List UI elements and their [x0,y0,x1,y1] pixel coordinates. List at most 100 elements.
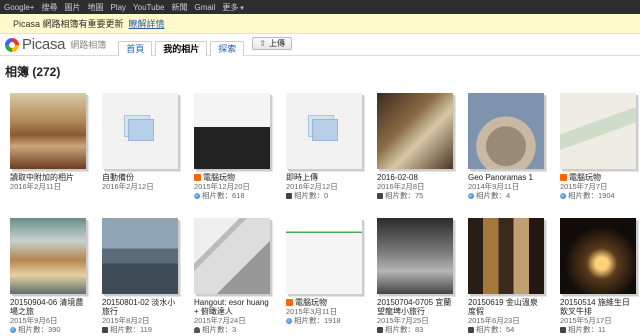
album-title[interactable]: 自動備份 [102,173,178,182]
album-thumbnail[interactable] [102,93,178,169]
album-date: 2016年2月12日 [102,182,154,191]
album-title[interactable]: 2016-02-08 [377,173,453,182]
album-count-text: 相片數：75 [385,191,424,200]
album-count-text: 相片數：1918 [294,316,341,325]
album-title-text: 讀取中附加的相片 [10,173,74,182]
album-count-text: 相片數：1904 [568,191,615,200]
album-date: 2016年2月11日 [10,182,62,191]
people-icon [194,326,200,333]
album-date: 2015年9月6日 [10,316,58,325]
album-thumbnail[interactable] [194,218,270,294]
album-count: 相片數：3 [194,325,270,334]
album-date: 2015年12月20日 [194,182,250,191]
album-item[interactable]: 2016-02-08 2016年2月8日 相片數：75 [377,93,453,200]
album-item[interactable]: Geo Panoramas 1 2014年9月11日 相片數：4 [468,93,544,200]
album-count-text: 相片數：119 [110,325,152,334]
rss-icon[interactable] [194,174,201,181]
album-thumbnail[interactable] [194,93,270,169]
album-thumbnail[interactable] [10,93,86,169]
album-thumbnail[interactable] [468,93,544,169]
album-item[interactable]: 即時上傳 2016年2月12日 相片數：0 [286,93,362,200]
album-count-text: 相片數：11 [568,325,606,334]
album-item[interactable]: 20150904-06 清境農場之旅 2015年9月6日 相片數：390 [10,218,86,334]
lock-icon [102,326,108,333]
album-date: 2015年7月25日 [377,316,429,325]
album-thumbnail[interactable] [10,218,86,294]
album-item[interactable]: 電腦玩物 2015年7月7日 相片數：1904 [560,93,636,200]
album-title-text: 20150514 施維生日飲叉牛排 [560,298,630,316]
album-item[interactable]: 電腦玩物 2015年12月20日 相片數：618 [194,93,270,200]
album-count: 相片數：83 [377,325,453,334]
album-title[interactable]: 電腦玩物 [194,173,270,182]
album-title-text: 電腦玩物 [569,173,601,182]
album-thumbnail[interactable] [286,93,362,169]
lock-icon [468,326,474,333]
album-title[interactable]: 即時上傳 [286,173,362,182]
album-count-text: 相片數：390 [18,325,61,334]
album-title-text: 20150801-02 淡水小旅行 [102,298,176,316]
album-date: 2015年8月2日 [102,316,150,325]
album-item[interactable]: 20150801-02 淡水小旅行 2015年8月2日 相片數：119 [102,218,178,334]
album-date: 2016年2月8日 [377,182,425,191]
album-title[interactable]: Hangout: esor huang + 俯瞰達人 [194,298,270,316]
album-thumbnail[interactable] [560,218,636,294]
album-count-text: 相片數：4 [476,191,511,200]
album-date: 2015年7月24日 [194,316,246,325]
album-item[interactable]: 20150704-0705 宜蘭望龍埤小旅行 2015年7月25日 相片數：83 [377,218,453,334]
album-date: 2016年2月12日 [286,182,338,191]
album-item[interactable]: 自動備份 2016年2月12日 [102,93,178,191]
globe-icon [194,192,200,199]
album-date: 2015年7月7日 [560,182,608,191]
album-title[interactable]: 20150514 施維生日飲叉牛排 [560,298,636,316]
lock-icon [286,192,292,199]
album-title[interactable]: Geo Panoramas 1 [468,173,544,182]
album-title[interactable]: 讀取中附加的相片 [10,173,86,182]
album-title-text: 自動備份 [102,173,134,182]
album-date: 2015年3月11日 [286,307,338,316]
album-item[interactable]: 讀取中附加的相片 2016年2月11日 [10,93,86,191]
album-item[interactable]: 20150514 施維生日飲叉牛排 2015年5月17日 相片數：11 [560,218,636,334]
album-count: 相片數：390 [10,325,86,334]
album-count: 相片數：75 [377,191,453,200]
album-item[interactable]: 電腦玩物 2015年3月11日 相片數：1918 [286,218,362,325]
rss-icon[interactable] [286,299,293,306]
album-date: 2014年9月11日 [468,182,520,191]
album-thumbnail[interactable] [468,218,544,294]
rss-icon[interactable] [560,174,567,181]
album-title-text: 2016-02-08 [377,173,418,182]
album-thumbnail[interactable] [560,93,636,169]
album-title-text: 20150904-06 清境農場之旅 [10,298,84,316]
album-title[interactable]: 20150904-06 清境農場之旅 [10,298,86,316]
lock-icon [560,326,566,333]
album-count-text: 相片數：83 [385,325,424,334]
album-title-text: 電腦玩物 [295,298,327,307]
album-thumbnail[interactable] [286,218,362,294]
album-title[interactable]: 電腦玩物 [286,298,362,307]
album-title[interactable]: 電腦玩物 [560,173,636,182]
album-title-text: Hangout: esor huang + 俯瞰達人 [194,298,269,316]
album-count: 相片數：4 [468,191,544,200]
album-thumbnail[interactable] [102,218,178,294]
album-count-text: 相片數：54 [476,325,515,334]
album-title-text: 即時上傳 [286,173,318,182]
globe-icon [10,326,16,333]
album-title[interactable]: 20150704-0705 宜蘭望龍埤小旅行 [377,298,453,316]
album-grid: 讀取中附加的相片 2016年2月11日 自動備份 2016年2月12日 電腦玩物 2015… [0,0,640,336]
album-date: 2015年5月17日 [560,316,612,325]
album-item[interactable]: 20150619 金山溫泉度假 2015年6月23日 相片數：54 [468,218,544,334]
album-count: 相片數：119 [102,325,178,334]
album-count-text: 相片數：618 [202,191,245,200]
album-count: 相片數：1918 [286,316,362,325]
album-title[interactable]: 20150619 金山溫泉度假 [468,298,544,316]
album-item[interactable]: Hangout: esor huang + 俯瞰達人 2015年7月24日 相片數：… [194,218,270,334]
globe-icon [560,192,566,199]
album-count: 相片數：54 [468,325,544,334]
album-count-text: 相片數：0 [294,191,329,200]
album-title-text: 電腦玩物 [203,173,235,182]
globe-icon [286,317,292,324]
album-thumbnail[interactable] [377,218,453,294]
album-thumbnail[interactable] [377,93,453,169]
album-title[interactable]: 20150801-02 淡水小旅行 [102,298,178,316]
lock-icon [377,326,383,333]
album-count-text: 相片數：3 [202,325,237,334]
